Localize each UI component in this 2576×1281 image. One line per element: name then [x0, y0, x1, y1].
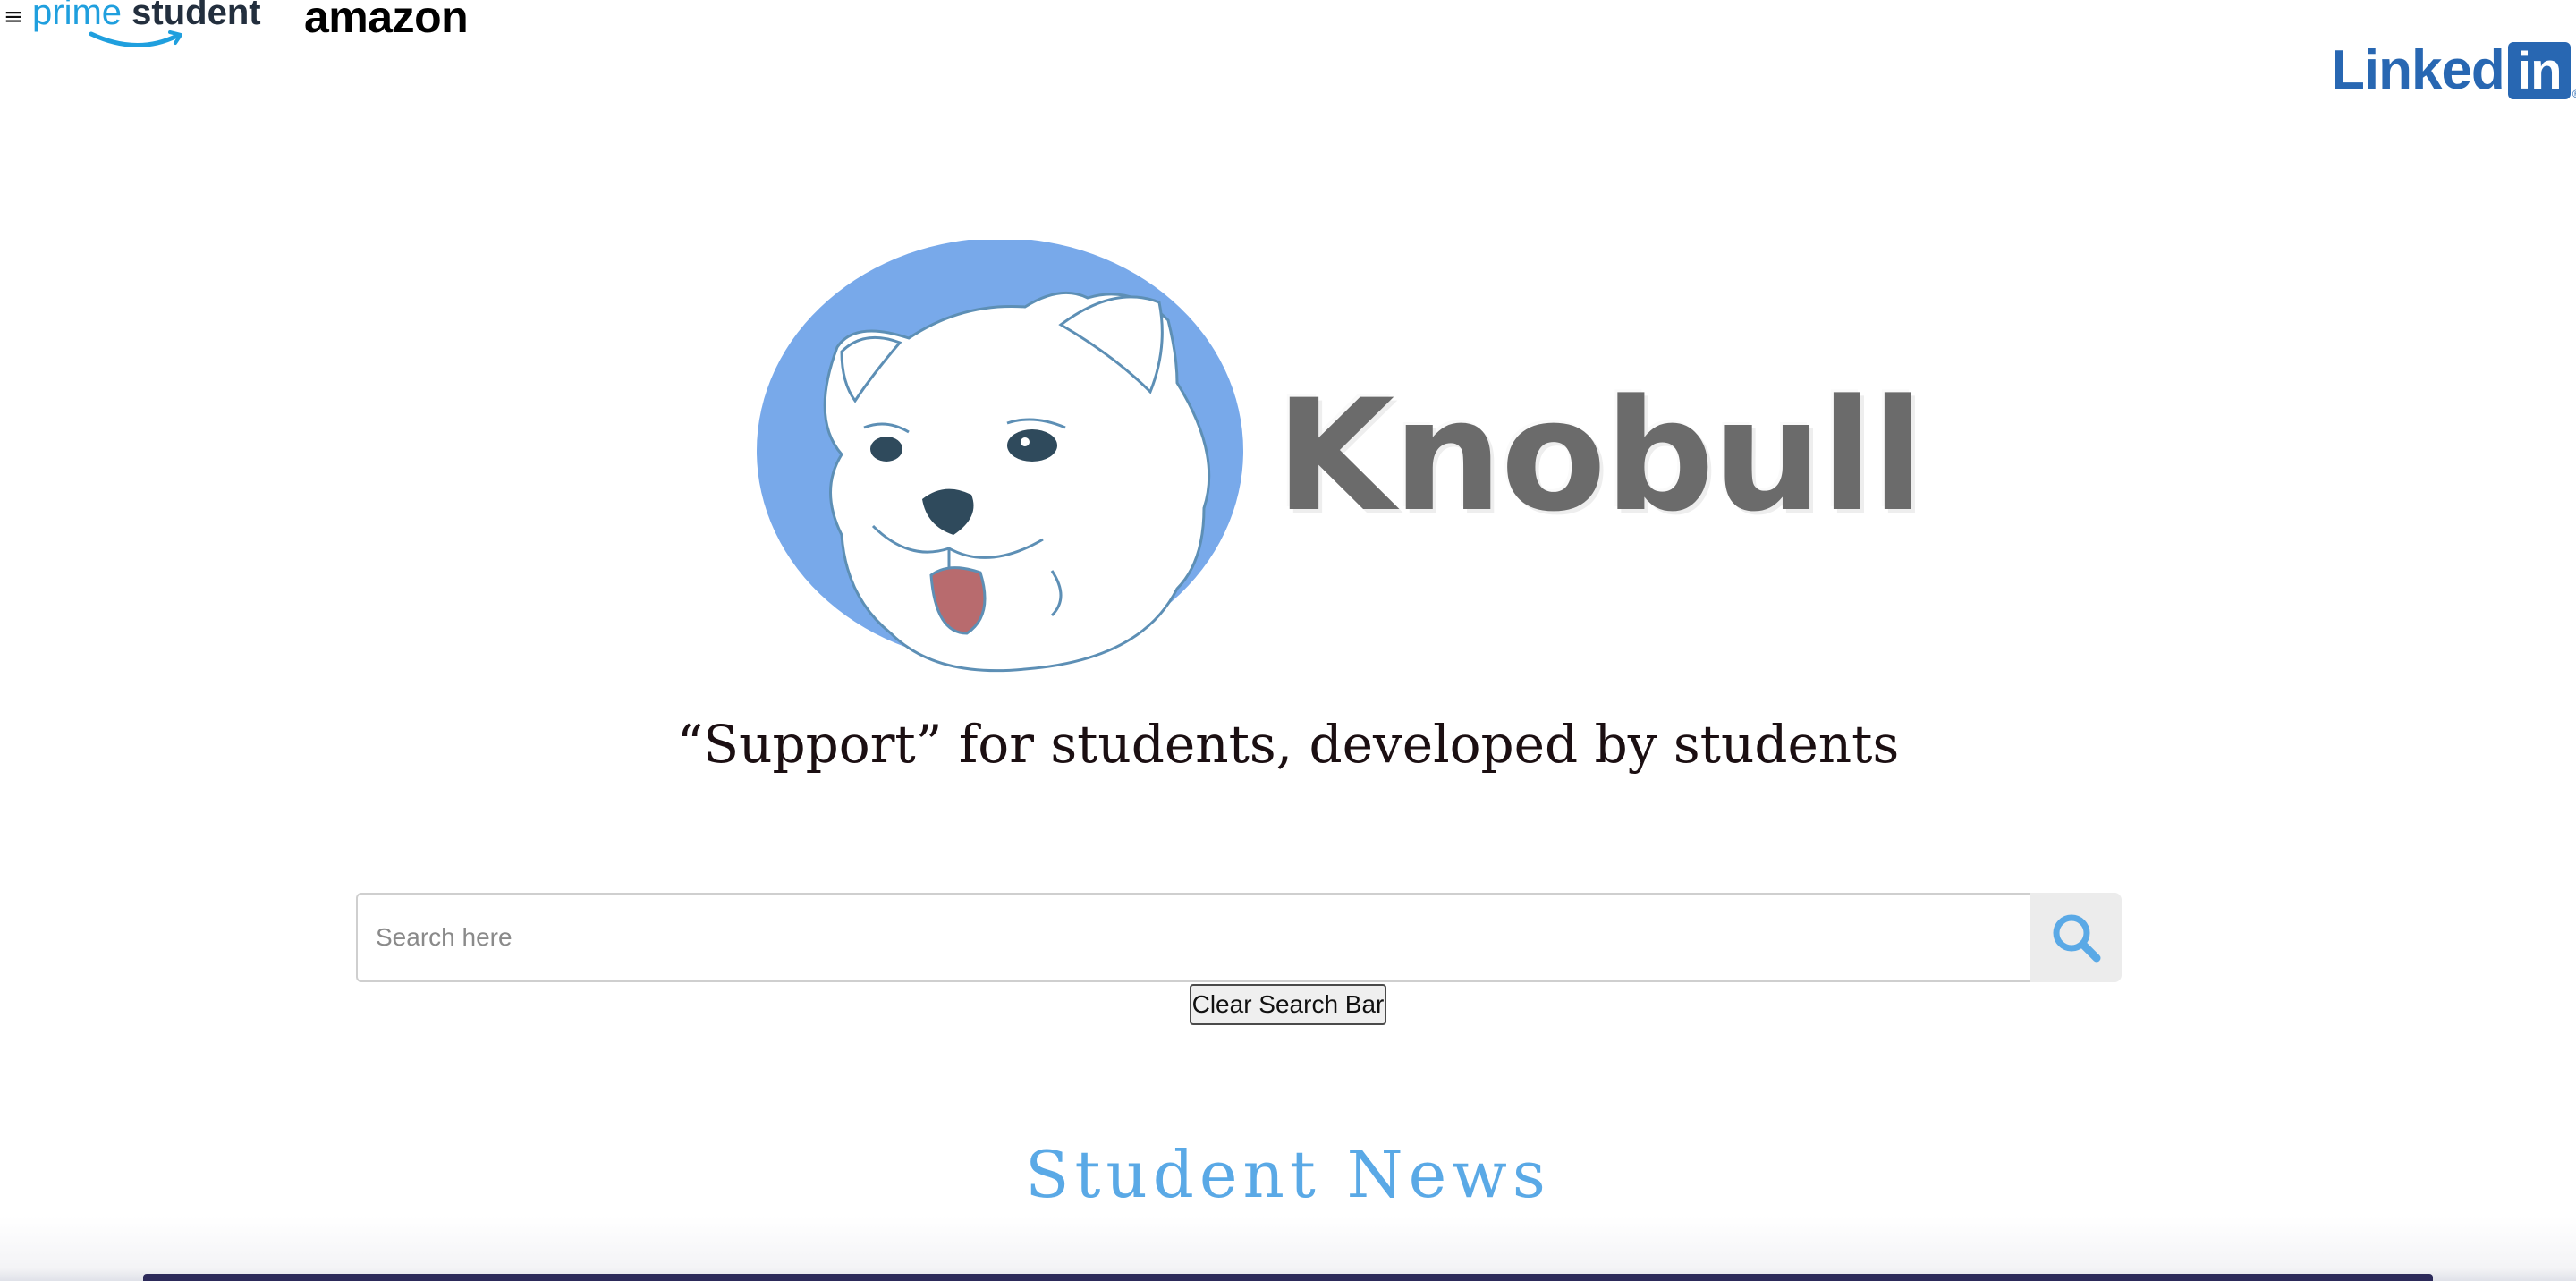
prime-word: prime — [32, 0, 123, 32]
search-input[interactable] — [356, 893, 2032, 982]
news-section-shadow — [0, 1217, 2576, 1281]
news-section-top-edge — [143, 1274, 2433, 1281]
clear-search-button[interactable]: Clear Search Bar — [1190, 984, 1386, 1025]
amazon-smile-icon — [89, 30, 182, 47]
prime-student-link[interactable]: prime student — [32, 0, 261, 57]
search-button[interactable] — [2030, 893, 2122, 982]
amazon-link[interactable]: amazon — [304, 0, 469, 43]
student-word: student — [131, 0, 261, 32]
tagline: “Support” for students, developed by stu… — [676, 714, 1900, 775]
knobull-wordmark: Knobull — [1275, 366, 1924, 546]
prime-student-logo: prime student — [32, 0, 261, 32]
linkedin-link[interactable]: Linked in ® — [2331, 39, 2576, 102]
linkedin-wordmark: Linked — [2331, 39, 2505, 101]
hamburger-menu-icon[interactable]: ≡ — [4, 4, 23, 30]
linkedin-in-icon: in — [2507, 42, 2571, 100]
linkedin-registered-mark: ® — [2572, 88, 2576, 100]
student-news-heading: Student News — [1025, 1137, 1551, 1212]
search-icon — [2053, 914, 2101, 963]
